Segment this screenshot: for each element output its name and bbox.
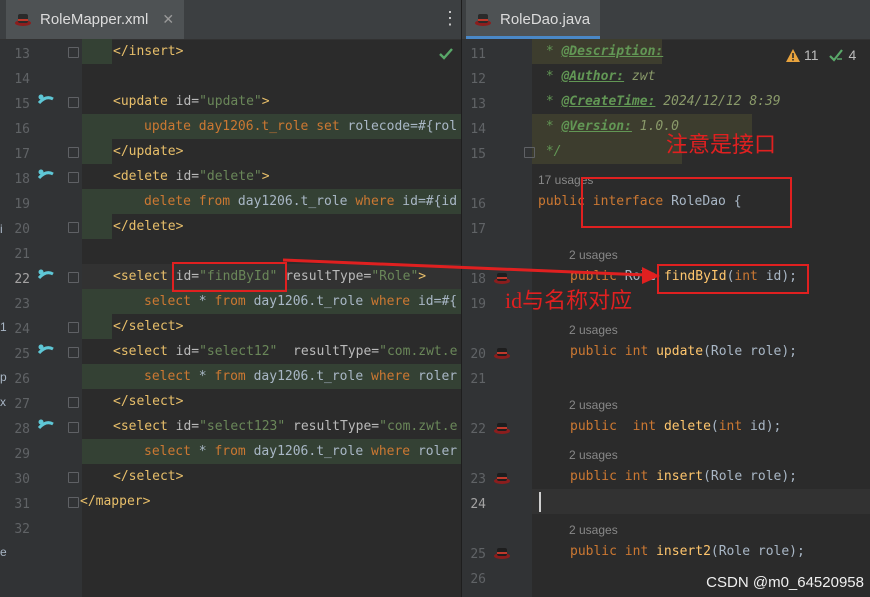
id-annotation: id与名称对应 bbox=[505, 288, 633, 313]
interface-annotation: 注意是接口 bbox=[666, 132, 777, 157]
watermark: CSDN @m0_64520958 bbox=[706, 574, 864, 591]
annotation-arrow bbox=[282, 258, 660, 284]
